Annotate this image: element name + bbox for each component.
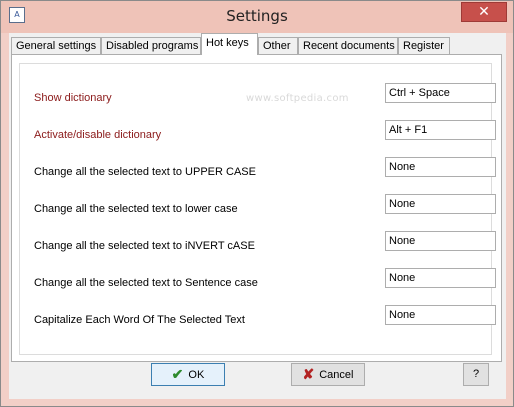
hot-keys-group: www.softpedia.com Show dictionary Ctrl +…: [19, 63, 496, 355]
dialog-client-area: General settings Disabled programs Hot k…: [9, 33, 506, 399]
label-activate-disable-dictionary: Activate/disable dictionary: [34, 129, 162, 141]
tab-general-settings[interactable]: General settings: [11, 37, 101, 54]
label-capitalize-each-word: Capitalize Each Word Of The Selected Tex…: [34, 314, 245, 326]
hotkey-field-lower-case[interactable]: None: [385, 194, 496, 214]
cancel-button-label: Cancel: [319, 369, 354, 381]
tab-register[interactable]: Register: [398, 37, 450, 54]
tab-hot-keys[interactable]: Hot keys: [201, 33, 258, 55]
close-button[interactable]: ✕: [461, 2, 507, 22]
checkmark-icon: ✔: [171, 366, 184, 382]
hotkey-field-capitalize[interactable]: None: [385, 305, 496, 325]
tab-recent-documents[interactable]: Recent documents: [298, 37, 398, 54]
cancel-button[interactable]: ✘ Cancel: [291, 363, 365, 386]
label-upper-case: Change all the selected text to UPPER CA…: [34, 166, 256, 178]
tab-strip: General settings Disabled programs Hot k…: [9, 33, 506, 55]
label-show-dictionary: Show dictionary: [34, 92, 112, 104]
label-invert-case: Change all the selected text to iNVERT c…: [34, 240, 255, 252]
ok-button-label: OK: [188, 369, 205, 381]
label-sentence-case: Change all the selected text to Sentence…: [34, 277, 258, 289]
window-title: Settings: [226, 7, 288, 25]
title-bar[interactable]: A Settings ✕: [1, 1, 513, 33]
watermark: www.softpedia.com: [246, 93, 349, 104]
cross-icon: ✘: [302, 366, 315, 382]
hotkey-field-sentence-case[interactable]: None: [385, 268, 496, 288]
help-button[interactable]: ?: [463, 363, 489, 386]
hot-keys-panel: www.softpedia.com Show dictionary Ctrl +…: [11, 54, 502, 362]
settings-window: A Settings ✕ General settings Disabled p…: [0, 0, 514, 407]
hotkey-field-invert-case[interactable]: None: [385, 231, 496, 251]
hotkey-field-upper-case[interactable]: None: [385, 157, 496, 177]
hotkey-field-show-dictionary[interactable]: Ctrl + Space: [385, 83, 496, 103]
tab-disabled-programs[interactable]: Disabled programs: [101, 37, 201, 54]
ok-button[interactable]: ✔ OK: [151, 363, 225, 386]
tab-other[interactable]: Other: [258, 37, 298, 54]
hotkey-field-activate-disable[interactable]: Alt + F1: [385, 120, 496, 140]
label-lower-case: Change all the selected text to lower ca…: [34, 203, 238, 215]
